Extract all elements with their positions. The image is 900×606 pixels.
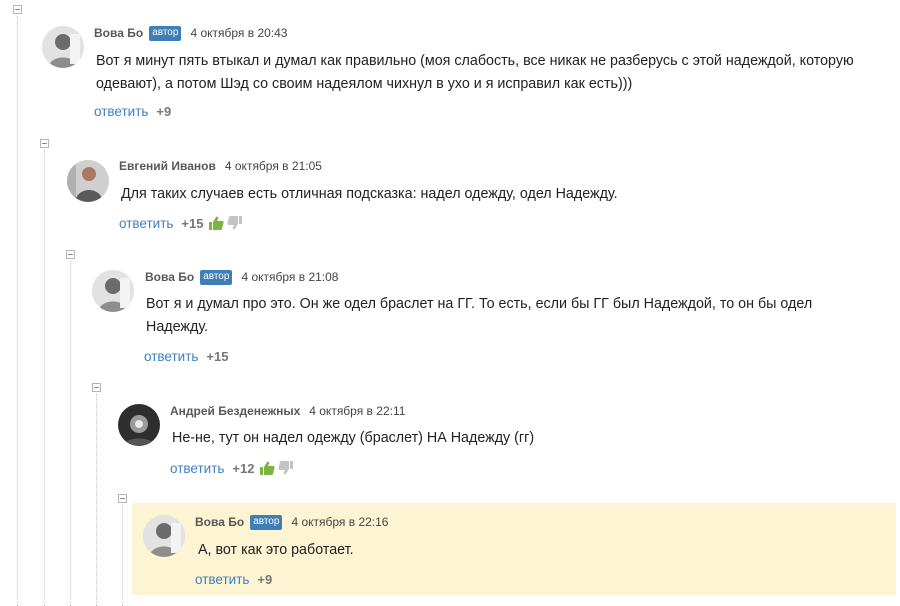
collapse-toggle[interactable] [66, 250, 75, 259]
comment-score: +9 [156, 103, 172, 119]
reply-link[interactable]: ответить [119, 216, 173, 231]
comment-author[interactable]: Вова Бо [145, 270, 194, 284]
author-badge: автор [149, 25, 182, 41]
user-avatar[interactable] [143, 515, 185, 557]
user-avatar[interactable] [118, 404, 160, 446]
author-badge: автор [200, 269, 233, 285]
thumbs-down-icon[interactable] [278, 461, 294, 475]
thumbs-down-icon[interactable] [227, 216, 243, 230]
comment-text: А, вот как это работает. [198, 542, 354, 558]
reply-link[interactable]: ответить [195, 572, 249, 587]
comment-date[interactable]: 4 октября в 22:16 [291, 515, 388, 529]
comment-date[interactable]: 4 октября в 22:11 [309, 404, 405, 418]
user-avatar[interactable] [92, 270, 134, 312]
comment-text: Вот я и думал про это. Он же одел брасле… [146, 296, 813, 335]
thumbs-up-icon[interactable] [260, 461, 276, 475]
comment-score: +15 [181, 215, 204, 231]
author-badge: автор [250, 514, 283, 530]
thread-line [96, 394, 97, 606]
comment-score: +9 [257, 571, 273, 587]
comment-author[interactable]: Вова Бо [94, 26, 143, 40]
collapse-toggle[interactable] [40, 139, 49, 148]
collapse-toggle[interactable] [92, 383, 101, 392]
comment-thread: Вова Бо автор 4 октября в 20:43 Вот я ми… [0, 0, 900, 606]
user-avatar[interactable] [42, 26, 84, 68]
reply-link[interactable]: ответить [144, 349, 198, 364]
comment-score: +12 [232, 460, 255, 476]
comment: Вова Бо автор 4 октября в 20:43 Вот я ми… [30, 16, 900, 128]
comment-highlighted: Вова Бо автор 4 октября в 22:16 А, вот к… [132, 503, 896, 595]
comment-author[interactable]: Евгений Иванов [119, 159, 216, 173]
thread-line [70, 261, 71, 606]
thread-line [17, 16, 18, 606]
reply-link[interactable]: ответить [94, 104, 148, 119]
comment: Евгений Иванов 4 октября в 21:05 Для так… [56, 150, 900, 240]
comment-date[interactable]: 4 октября в 21:05 [225, 159, 322, 173]
user-avatar[interactable] [67, 160, 109, 202]
thread-line [44, 150, 45, 606]
comment-text: Не-не, тут он надел одежду (браслет) НА … [172, 430, 535, 446]
collapse-toggle[interactable] [118, 494, 127, 503]
collapse-toggle[interactable] [13, 5, 22, 14]
comment-date[interactable]: 4 октября в 21:08 [241, 270, 338, 284]
comment-author[interactable]: Андрей Безденежных [170, 404, 300, 418]
comment: Андрей Безденежных 4 октября в 22:11 Не-… [108, 394, 900, 486]
reply-link[interactable]: ответить [170, 461, 224, 476]
comment-author[interactable]: Вова Бо [195, 515, 244, 529]
comment-date[interactable]: 4 октября в 20:43 [190, 26, 287, 40]
thumbs-up-icon[interactable] [209, 216, 225, 230]
thread-line [122, 505, 123, 606]
comment-text: Для таких случаев есть отличная подсказк… [121, 186, 618, 202]
comment: Вова Бо автор 4 октября в 21:08 Вот я и … [82, 261, 900, 379]
comment-text: Вот я минут пять втыкал и думал как прав… [96, 53, 854, 92]
comment-score: +15 [206, 348, 229, 364]
